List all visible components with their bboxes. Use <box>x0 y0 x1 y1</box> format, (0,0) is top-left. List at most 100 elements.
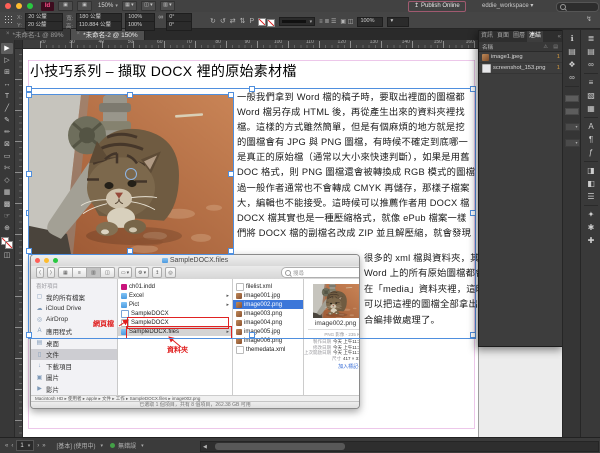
direct-selection-tool[interactable]: ▷ <box>1 55 13 66</box>
panel-tab[interactable]: 連結 <box>527 31 544 42</box>
pages-panel-icon[interactable]: ▤ <box>584 45 598 58</box>
line-tool[interactable]: ╱ <box>1 103 13 114</box>
zoom-tool[interactable]: ⊕ <box>1 223 13 234</box>
gradient-tool[interactable]: ▦ <box>1 187 13 198</box>
close-tab-icon[interactable]: × <box>6 31 10 37</box>
content-grabber[interactable] <box>125 168 137 180</box>
stroke-swatch[interactable] <box>267 19 276 27</box>
type-tool[interactable]: T <box>1 91 13 102</box>
rectangle-tool[interactable]: ▭ <box>1 151 13 162</box>
name-column-header[interactable]: 名稱 <box>482 43 493 51</box>
selection-handle[interactable] <box>470 86 476 92</box>
vertical-ruler[interactable] <box>14 48 23 437</box>
color-panel-icon[interactable]: ▧ <box>584 89 598 102</box>
selection-handle[interactable] <box>228 92 234 98</box>
fill-swatch[interactable] <box>258 17 267 26</box>
link-page-number[interactable]: 1 <box>557 54 560 60</box>
close-tab-icon[interactable]: × <box>77 31 81 37</box>
page-number-field[interactable]: 1 ▾ <box>16 440 35 451</box>
selection-handle[interactable] <box>228 171 234 177</box>
layers-panel-icon[interactable]: ❖ <box>565 58 579 71</box>
panel-tab[interactable]: 圖層 <box>511 31 527 42</box>
hand-tool[interactable]: ☞ <box>1 211 13 222</box>
ruler-origin-corner[interactable] <box>14 40 23 49</box>
shear-field[interactable]: 0° <box>165 21 192 31</box>
glyphs-panel-icon[interactable]: ƒ <box>584 146 598 159</box>
selection-handle[interactable] <box>470 210 476 216</box>
window-zoom-icon[interactable] <box>27 3 33 9</box>
selection-handle[interactable] <box>26 332 32 338</box>
reference-point-proxy[interactable] <box>4 15 13 24</box>
first-page-icon[interactable]: « <box>5 443 8 449</box>
selection-handle[interactable] <box>249 332 255 338</box>
rotate-cw-icon[interactable]: ↻ <box>210 18 216 26</box>
pencil-tool[interactable]: ✏ <box>1 127 13 138</box>
previous-page-icon[interactable]: ‹ <box>11 443 13 449</box>
selection-handle[interactable] <box>26 92 32 98</box>
paragraph-panel-icon[interactable]: ¶ <box>584 133 598 146</box>
panel-icon[interactable] <box>584 205 598 206</box>
screen-mode-dropdown[interactable]: ◫ ▾ <box>140 1 156 11</box>
effects-panel-icon[interactable]: ◨ <box>584 164 598 177</box>
last-page-icon[interactable]: » <box>42 443 45 449</box>
arrange-documents-dropdown[interactable]: ▥ ▾ <box>159 1 175 11</box>
selection-handle[interactable] <box>127 92 133 98</box>
swatches-panel-icon[interactable]: ▦ <box>584 102 598 115</box>
bridge-button[interactable]: ▣ <box>58 1 73 11</box>
preflight-profile[interactable]: [基本] (使用中) <box>57 441 96 450</box>
scroll-left-icon[interactable]: ◀ <box>203 444 207 450</box>
links-header-icons[interactable]: ⚠ ▤ <box>543 44 560 50</box>
stroke-swatch[interactable] <box>5 241 13 249</box>
effects-field[interactable]: 100% <box>357 16 384 27</box>
gradient-feather-tool[interactable]: ▩ <box>1 199 13 210</box>
scale-y-field[interactable]: 100% <box>124 21 155 31</box>
gap-tool[interactable]: ↔ <box>1 79 13 90</box>
window-close-icon[interactable] <box>5 3 11 9</box>
corner-field[interactable]: ▾ <box>387 16 410 27</box>
preflight-panel-icon[interactable]: ✚ <box>584 234 598 247</box>
selection-handle[interactable] <box>470 332 476 338</box>
selection-handle[interactable] <box>26 171 32 177</box>
frame-fitting-buttons[interactable]: ▣ ◫ <box>340 18 353 26</box>
pages-panel-icon[interactable]: ▤ <box>565 45 579 58</box>
collapsed-dropdown[interactable]: ▾ <box>564 139 580 147</box>
stroke-weight-field[interactable]: ▾ <box>279 17 316 26</box>
panel-tab[interactable]: 資訊 <box>479 31 495 42</box>
fill-stroke-swatches[interactable] <box>1 237 13 249</box>
window-minimize-icon[interactable] <box>16 3 22 9</box>
align-buttons[interactable]: ≡ ≣ ☰ <box>319 18 336 26</box>
flip-horizontal-icon[interactable]: ⇄ <box>230 18 236 26</box>
free-transform-tool[interactable]: ◇ <box>1 175 13 186</box>
link-item[interactable]: screenshot_153.png 1 <box>479 63 563 74</box>
next-page-icon[interactable]: › <box>37 443 39 449</box>
collapsed-field[interactable] <box>565 95 579 102</box>
selection-handle[interactable] <box>228 248 234 254</box>
publish-online-button[interactable]: ↥ Publish Online <box>408 1 466 12</box>
cat-image-frame[interactable] <box>26 92 234 255</box>
link-item[interactable]: image1.jpeg 1 <box>479 52 563 63</box>
selection-tool[interactable]: ▶ <box>1 43 13 54</box>
stock-button[interactable]: ▣ <box>77 1 92 11</box>
collapsed-field[interactable] <box>565 108 579 115</box>
screen-mode-button[interactable]: ◫ <box>1 250 13 261</box>
stroke-panel-icon[interactable]: ≡ <box>584 76 598 89</box>
align-panel-icon[interactable]: ☰ <box>584 190 598 203</box>
selection-handle[interactable] <box>249 86 255 92</box>
workspace-switcher[interactable]: eddie_workspace ▾ <box>482 2 533 9</box>
height-field[interactable]: 110.884 公釐 <box>75 21 122 31</box>
zoom-level-dropdown[interactable]: 150% <box>98 3 113 9</box>
links-panel-icon[interactable]: ∞ <box>565 71 579 84</box>
pen-tool[interactable]: ✎ <box>1 115 13 126</box>
select-container-icon[interactable]: P <box>250 18 255 26</box>
horizontal-scrollbar[interactable]: ◀ <box>200 441 599 452</box>
panel-icon[interactable] <box>584 117 598 118</box>
app-search-field[interactable] <box>556 2 599 12</box>
selection-handle[interactable] <box>26 248 32 254</box>
text-wrap-panel-icon[interactable]: ✦ <box>584 208 598 221</box>
page-tool[interactable]: ⊞ <box>1 67 13 78</box>
selection-handle[interactable] <box>127 248 133 254</box>
panel-icon[interactable] <box>584 73 598 74</box>
quick-apply-icon[interactable]: ↯ <box>586 16 592 24</box>
flip-vertical-icon[interactable]: ⇅ <box>240 18 246 26</box>
link-page-number[interactable]: 1 <box>557 65 560 71</box>
